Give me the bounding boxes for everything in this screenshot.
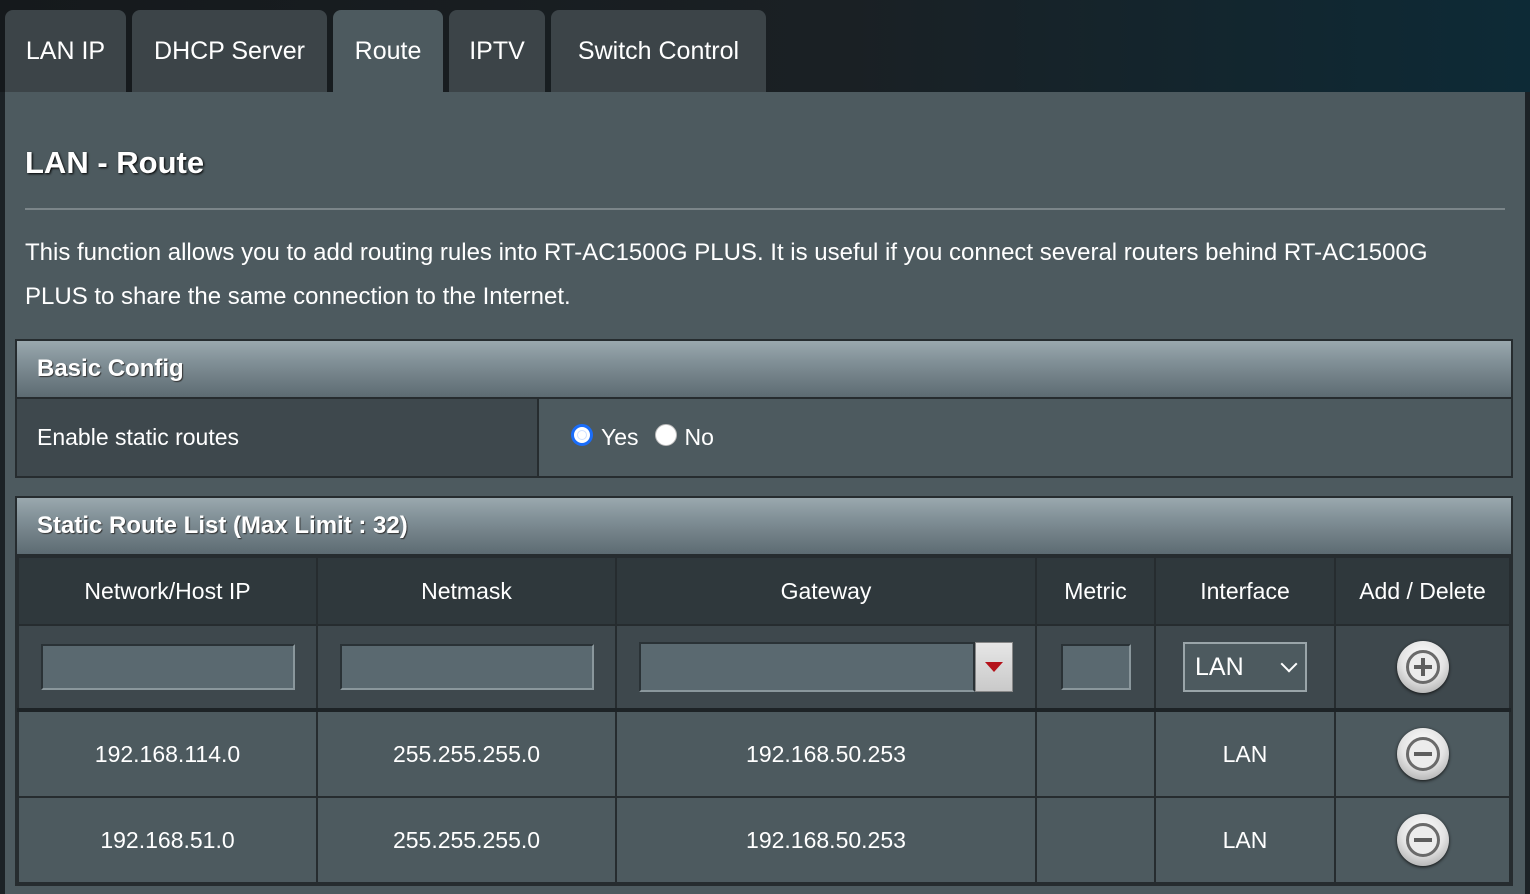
page-title: LAN - Route [25,145,205,180]
route-gateway-cell: 192.168.50.253 [615,796,1037,884]
page-description: This function allows you to add routing … [25,239,1428,310]
netmask-input-cell [316,624,617,711]
table-row: 192.168.51.0 255.255.255.0 192.168.50.25… [17,796,1511,884]
radio-no[interactable]: No [654,423,714,451]
interface-select-value: LAN [1195,652,1244,681]
route-netmask-cell: 255.255.255.0 [316,708,617,798]
route-gateway-cell: 192.168.50.253 [615,708,1037,798]
static-route-list-header: Static Route List (Max Limit : 32) [17,498,1511,556]
enable-static-routes-options: Yes No [539,399,1511,476]
plus-circle-icon [1405,650,1440,684]
table-row: 192.168.114.0 255.255.255.0 192.168.50.2… [17,708,1511,798]
route-metric-cell [1035,796,1156,884]
delete-route-button[interactable] [1396,728,1449,780]
gateway-input-cell [615,624,1037,711]
radio-yes-indicator[interactable] [571,423,593,446]
network-input-cell [17,624,318,711]
title-divider [25,208,1505,210]
radio-yes-label: Yes [601,424,639,450]
netmask-input[interactable] [339,644,594,690]
column-gateway: Gateway [615,556,1037,626]
delete-route-button[interactable] [1396,814,1449,866]
delete-button-cell [1334,708,1511,798]
tab-iptv[interactable]: IPTV [449,10,545,92]
static-route-list-section: Static Route List (Max Limit : 32) Netwo… [15,496,1513,886]
minus-circle-icon [1405,823,1440,857]
table-header-row: Network/Host IP Netmask Gateway Metric I… [17,556,1511,626]
radio-no-indicator[interactable] [654,423,677,446]
metric-input-cell [1035,624,1156,711]
static-route-table: Network/Host IP Netmask Gateway Metric I… [17,556,1511,884]
tab-lan-ip[interactable]: LAN IP [5,10,126,92]
route-interface-cell: LAN [1154,796,1336,884]
column-metric: Metric [1035,556,1156,626]
route-network-cell: 192.168.51.0 [17,796,318,884]
tab-dhcp-server[interactable]: DHCP Server [132,10,327,92]
network-host-ip-input[interactable] [40,644,295,690]
enable-static-routes-label: Enable static routes [17,399,539,476]
minus-circle-icon [1405,737,1440,771]
enable-static-routes-row: Enable static routes Yes No [17,399,1511,476]
gateway-input[interactable] [639,642,975,692]
route-netmask-cell: 255.255.255.0 [316,796,617,884]
metric-input[interactable] [1060,644,1131,690]
radio-no-label: No [684,424,714,450]
route-metric-cell [1035,708,1156,798]
new-route-input-row: LAN [17,624,1511,711]
basic-config-header: Basic Config [17,341,1511,399]
tab-route[interactable]: Route [333,10,443,92]
chevron-down-icon [1280,655,1298,673]
column-interface: Interface [1154,556,1336,626]
column-network-host-ip: Network/Host IP [17,556,318,626]
tab-switch-control[interactable]: Switch Control [551,10,766,92]
route-interface-cell: LAN [1154,708,1336,798]
column-netmask: Netmask [316,556,617,626]
delete-button-cell [1334,796,1511,884]
column-add-delete: Add / Delete [1334,556,1511,626]
content-panel: LAN - Route This function allows you to … [5,92,1525,894]
add-route-button[interactable] [1396,641,1449,693]
basic-config-section: Basic Config Enable static routes Yes No [15,339,1513,478]
gateway-combo [639,642,1013,692]
interface-select[interactable]: LAN [1183,642,1307,692]
tab-bar: LAN IP DHCP Server Route IPTV Switch Con… [5,10,772,92]
radio-yes[interactable]: Yes [571,423,639,451]
route-network-cell: 192.168.114.0 [17,708,318,798]
add-button-cell [1334,624,1511,711]
interface-select-cell: LAN [1154,624,1336,711]
gateway-dropdown-button[interactable] [975,642,1013,692]
red-triangle-down-icon [985,662,1003,672]
